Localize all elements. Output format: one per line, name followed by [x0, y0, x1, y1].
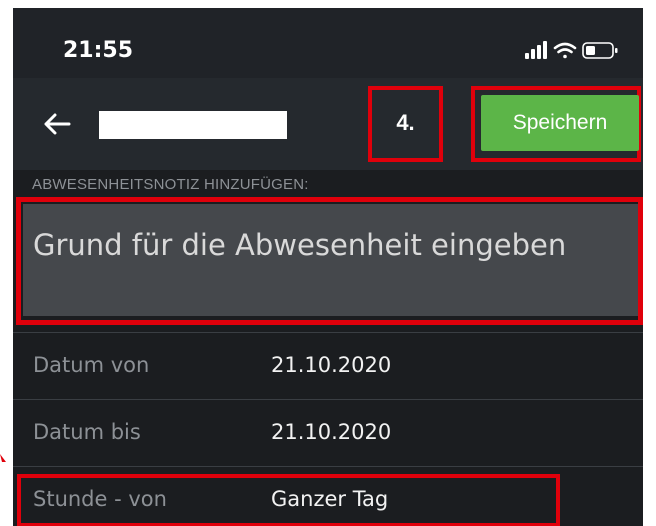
date-to-row[interactable]: Datum bis 21.10.2020 — [13, 400, 643, 466]
app-screen: 21:55 4. Speichern ABWESENHEITSNOTIZ HIN… — [13, 8, 643, 526]
note-highlight — [16, 197, 643, 325]
hour-highlight — [17, 474, 560, 526]
wifi-icon — [553, 42, 577, 59]
signal-icon — [525, 41, 547, 59]
app-bar: 4. Speichern — [13, 78, 643, 170]
date-to-label: Datum bis — [33, 420, 141, 444]
date-from-value[interactable]: 21.10.2020 — [271, 353, 391, 377]
date-from-label: Datum von — [33, 353, 150, 377]
save-button[interactable]: Speichern — [481, 95, 639, 151]
section-header-label: ABWESENHEITSNOTIZ HINZUFÜGEN: — [32, 176, 309, 193]
step-label: 4. — [396, 110, 415, 135]
step-marker: 4. — [368, 86, 443, 162]
battery-icon — [582, 42, 618, 59]
redacted-title — [99, 111, 287, 139]
status-bar: 21:55 — [13, 8, 643, 78]
arrow-tip-icon — [0, 454, 6, 462]
section-header: ABWESENHEITSNOTIZ HINZUFÜGEN: — [13, 170, 643, 198]
status-time: 21:55 — [63, 38, 134, 63]
status-icons — [525, 41, 618, 59]
date-from-row[interactable]: Datum von 21.10.2020 — [13, 333, 643, 399]
arrow-left-icon[interactable] — [39, 106, 75, 142]
date-to-value[interactable]: 21.10.2020 — [271, 420, 391, 444]
